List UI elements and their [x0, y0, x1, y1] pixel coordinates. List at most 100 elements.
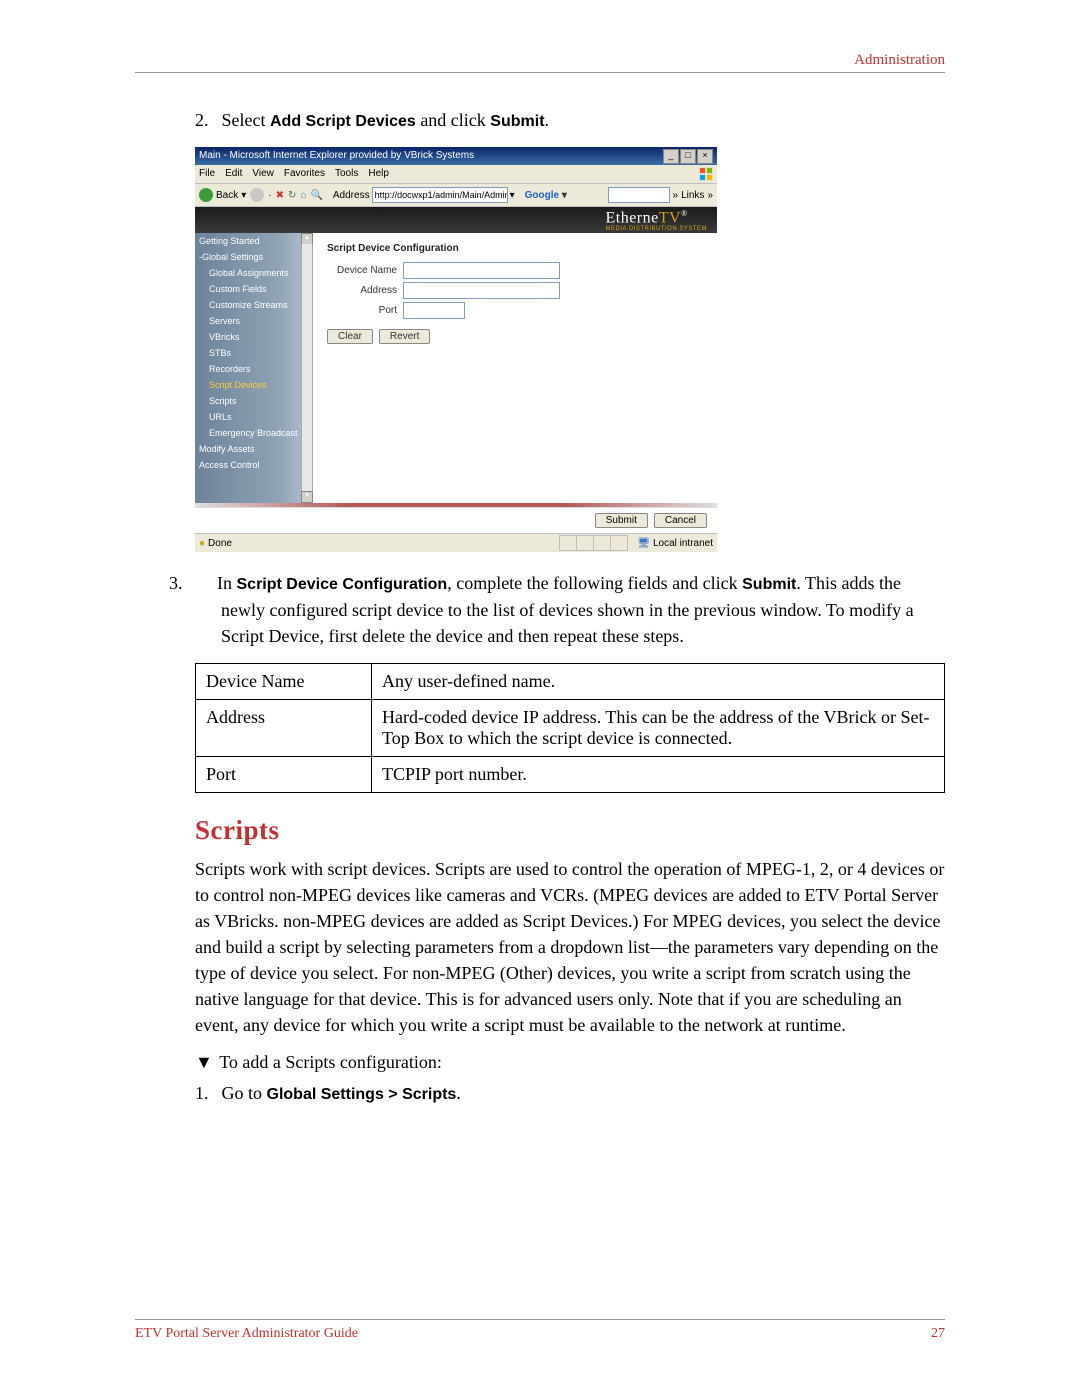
step-2-text-a: Select	[222, 110, 270, 130]
address-dropdown-icon[interactable]: ▾	[510, 190, 515, 201]
back-dropdown-icon: ▾	[241, 190, 246, 201]
status-done: Done	[208, 538, 232, 549]
definition-table: Device Name Any user-defined name. Addre…	[195, 663, 945, 793]
scroll-down-icon[interactable]: ▾	[301, 491, 313, 503]
banner-subtitle: MEDIA DISTRIBUTION SYSTEM	[605, 226, 707, 232]
scripts-step-1-num: 1.	[195, 1081, 217, 1106]
scripts-bullet-text: To add a Scripts configuration:	[219, 1052, 442, 1072]
main-content: 2. Select Add Script Devices and click S…	[195, 108, 945, 1121]
window-titlebar: Main - Microsoft Internet Explorer provi…	[195, 147, 717, 165]
sidebar-item-scripts[interactable]: Scripts	[195, 393, 313, 409]
status-zone: Local intranet	[653, 538, 713, 549]
clear-button[interactable]: Clear	[327, 329, 373, 344]
menu-favorites[interactable]: Favorites	[284, 165, 325, 183]
sidebar-item-urls[interactable]: URLs	[195, 409, 313, 425]
sidebar-item-recorders[interactable]: Recorders	[195, 361, 313, 377]
sidebar-item-customize-streams[interactable]: Customize Streams	[195, 297, 313, 313]
google-toolbar[interactable]: Google ▾	[525, 190, 567, 201]
sidebar-item-vbricks[interactable]: VBricks	[195, 329, 313, 345]
back-icon	[199, 188, 213, 202]
links-label[interactable]: Links	[681, 190, 704, 201]
forward-button[interactable]	[250, 188, 264, 202]
address-bar: Address http://docwxp1/admin/Main/AdminM…	[333, 187, 515, 203]
search-icon[interactable]: 🔍	[310, 190, 322, 201]
sidebar-item-access-control[interactable]: Access Control	[195, 457, 313, 473]
toolbar-sep: ·	[268, 190, 271, 201]
back-button[interactable]: Back ▾	[199, 188, 246, 202]
submit-button[interactable]: Submit	[595, 513, 648, 528]
table-row: Device Name Any user-defined name.	[196, 663, 945, 699]
step-2-num: 2.	[195, 108, 217, 133]
menu-help[interactable]: Help	[368, 165, 389, 183]
app-banner: EtherneTV® MEDIA DISTRIBUTION SYSTEM	[195, 207, 717, 233]
menubar: File Edit View Favorites Tools Help	[195, 165, 717, 184]
window-controls: _ □ ×	[663, 149, 713, 164]
step-2-text-c: .	[545, 110, 550, 130]
table-cell-value: Any user-defined name.	[372, 663, 945, 699]
sidebar-item-getting-started[interactable]: Getting Started	[195, 233, 313, 249]
step-3-num: 3.	[195, 570, 217, 596]
maximize-button[interactable]: □	[680, 149, 696, 164]
refresh-icon[interactable]: ↻	[288, 190, 296, 201]
step-3: 3.In Script Device Configuration, comple…	[195, 570, 945, 648]
main-panel-title: Script Device Configuration	[327, 243, 703, 254]
menu-file[interactable]: File	[199, 165, 215, 183]
zone-icon: 🖥	[637, 538, 650, 549]
table-cell-key: Device Name	[196, 663, 372, 699]
table-cell-key: Address	[196, 699, 372, 756]
sidebar-item-global-assignments[interactable]: Global Assignments	[195, 265, 313, 281]
menu-view[interactable]: View	[252, 165, 274, 183]
form-row-port: Port	[327, 302, 703, 319]
footer-page-number: 27	[931, 1326, 945, 1342]
close-button[interactable]: ×	[697, 149, 713, 164]
app-body: ▴ ▾ Getting Started -Global Settings Glo…	[195, 233, 717, 503]
sidebar-item-stbs[interactable]: STBs	[195, 345, 313, 361]
home-icon[interactable]: ⌂	[300, 190, 306, 201]
step-2-bold-1: Add Script Devices	[270, 113, 416, 130]
input-device-name[interactable]	[403, 262, 560, 279]
footer-title: ETV Portal Server Administrator Guide	[135, 1326, 358, 1342]
step-3-bold-2: Submit	[742, 576, 796, 593]
form-button-row: Clear Revert	[327, 329, 703, 344]
sidebar-item-modify-assets[interactable]: Modify Assets	[195, 441, 313, 457]
address-input[interactable]: http://docwxp1/admin/Main/AdminMain.	[372, 187, 508, 203]
table-cell-key: Port	[196, 756, 372, 792]
table-row: Address Hard-coded device IP address. Th…	[196, 699, 945, 756]
main-panel: Script Device Configuration Device Name …	[313, 233, 717, 503]
status-left: ● Done	[199, 538, 232, 549]
revert-button[interactable]: Revert	[379, 329, 430, 344]
scripts-step-1-text-a: Go to	[222, 1083, 267, 1103]
scripts-step-1: 1. Go to Global Settings > Scripts.	[195, 1081, 945, 1106]
address-label: Address	[333, 190, 370, 201]
status-cells	[559, 535, 628, 551]
screenshot-figure: Main - Microsoft Internet Explorer provi…	[195, 147, 717, 552]
back-label: Back	[216, 190, 238, 201]
header-section: Administration	[854, 52, 945, 69]
sidebar-item-custom-fields[interactable]: Custom Fields	[195, 281, 313, 297]
toolbar: Back ▾ · ✖ ↻ ⌂ 🔍 Address http://docwxp1/…	[195, 184, 717, 207]
input-port[interactable]	[403, 302, 465, 319]
status-bar: ● Done 🖥 Local intranet	[195, 533, 717, 552]
toolbar-right: » Links »	[608, 187, 713, 203]
label-device-name: Device Name	[327, 265, 403, 276]
menu-tools[interactable]: Tools	[335, 165, 358, 183]
form-row-address: Address	[327, 282, 703, 299]
input-address[interactable]	[403, 282, 560, 299]
header-rule	[135, 72, 945, 73]
sidebar-item-servers[interactable]: Servers	[195, 313, 313, 329]
stop-icon[interactable]: ✖	[276, 190, 284, 201]
sidebar-item-global-settings[interactable]: -Global Settings	[195, 249, 313, 265]
done-icon: ●	[199, 538, 205, 549]
sidebar-item-script-devices[interactable]: Script Devices	[195, 377, 313, 393]
menu-edit[interactable]: Edit	[225, 165, 242, 183]
step-2: 2. Select Add Script Devices and click S…	[195, 108, 945, 133]
scrollbar-track[interactable]	[301, 244, 313, 492]
label-address: Address	[327, 285, 403, 296]
toolbar-dropdown[interactable]	[608, 187, 670, 203]
cancel-button[interactable]: Cancel	[654, 513, 707, 528]
sidebar-item-emergency-broadcast[interactable]: Emergency Broadcast	[195, 425, 313, 441]
links-chevron-icon[interactable]: »	[707, 190, 713, 201]
minimize-button[interactable]: _	[663, 149, 679, 164]
chevron-icon[interactable]: »	[673, 190, 679, 201]
step-3-text-b: , complete the following fields and clic…	[447, 573, 742, 593]
